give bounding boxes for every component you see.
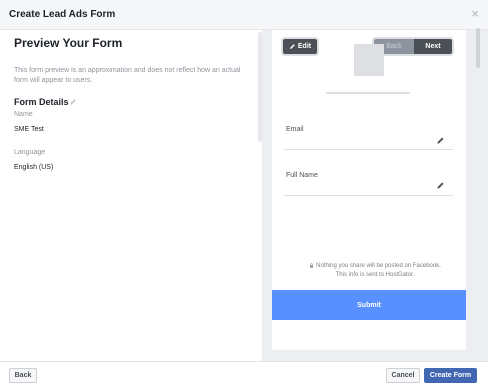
preview-heading: Preview Your Form xyxy=(14,36,123,50)
submit-button[interactable]: Submit xyxy=(272,290,466,320)
create-form-button[interactable]: Create Form xyxy=(424,368,477,383)
privacy-note: Nothing you share will be posted on Face… xyxy=(290,262,460,280)
pencil-icon[interactable] xyxy=(436,181,445,190)
full-name-field-label: Full Name xyxy=(286,172,318,179)
email-field-label: Email xyxy=(286,126,304,133)
privacy-line-1: Nothing you share will be posted on Face… xyxy=(316,263,441,269)
full-name-field-underline[interactable] xyxy=(284,195,453,196)
edit-button[interactable]: Edit xyxy=(283,39,317,54)
name-value: SME Test xyxy=(14,126,44,133)
close-icon[interactable]: × xyxy=(471,7,479,20)
edit-label: Edit xyxy=(297,43,312,50)
pencil-icon xyxy=(289,44,295,49)
headline-placeholder xyxy=(326,92,410,94)
left-panel: Preview Your Form This form preview is a… xyxy=(0,30,262,361)
cancel-button[interactable]: Cancel xyxy=(386,368,420,383)
preview-description: This form preview is an approximation an… xyxy=(14,67,241,84)
pencil-icon[interactable] xyxy=(69,98,77,106)
email-field-underline[interactable] xyxy=(284,149,453,150)
dialog-title: Create Lead Ads Form xyxy=(9,9,116,20)
preview-nav: Back Next xyxy=(374,39,452,54)
pencil-icon[interactable] xyxy=(436,136,445,145)
preview-next-button[interactable]: Next xyxy=(414,39,452,54)
back-button[interactable]: Back xyxy=(9,368,37,383)
privacy-line-2: This info is sent to HostGator. xyxy=(335,272,415,278)
preview-scrollbar[interactable] xyxy=(476,28,480,68)
form-details-heading: Form Details xyxy=(14,97,69,107)
dialog-header: Create Lead Ads Form × xyxy=(0,0,488,30)
name-label: Name xyxy=(14,111,33,118)
dialog-footer: Back Cancel Create Form xyxy=(0,361,488,392)
language-value: English (US) xyxy=(14,164,54,171)
page-avatar-placeholder xyxy=(354,44,384,76)
lock-icon xyxy=(310,263,314,268)
language-label: Language xyxy=(14,149,46,156)
